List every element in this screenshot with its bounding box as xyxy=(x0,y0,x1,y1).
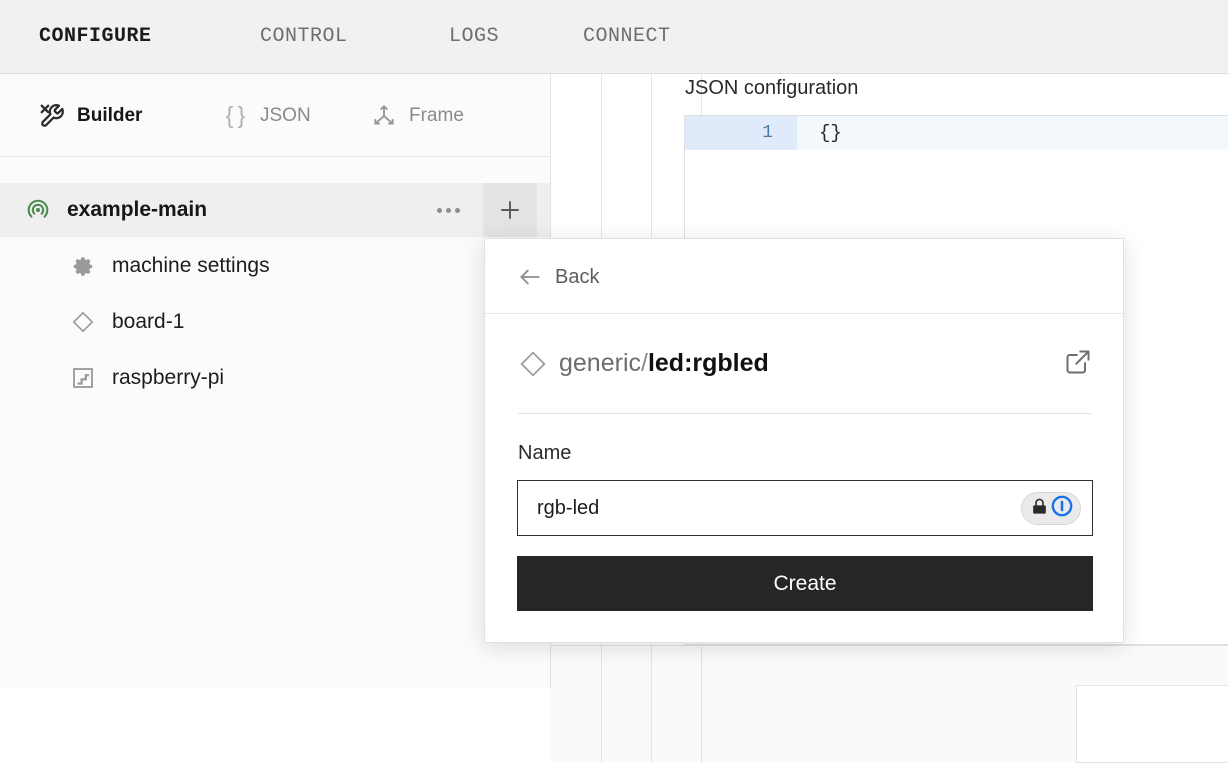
modal-title-row: generic/led:rgbled xyxy=(485,315,1123,412)
diamond-icon xyxy=(70,309,96,335)
tree-item-board-1-label: board-1 xyxy=(112,310,185,333)
lower-divider-3 xyxy=(701,646,702,763)
create-button[interactable]: Create xyxy=(517,556,1093,611)
lower-panel-card xyxy=(1076,685,1228,763)
gear-icon xyxy=(70,253,96,279)
mode-tab-json[interactable]: { } JSON xyxy=(222,74,311,157)
ellipsis-icon[interactable] xyxy=(437,201,471,219)
configure-left-panel: Builder { } JSON Frame example-main mach… xyxy=(0,74,551,688)
tree-item-board-1[interactable]: board-1 xyxy=(0,300,550,344)
mode-tab-frame[interactable]: Frame xyxy=(371,74,464,157)
code-line[interactable]: 1 {} xyxy=(685,116,1228,150)
mode-tab-builder-label: Builder xyxy=(77,104,143,126)
tab-logs[interactable]: LOGS xyxy=(449,25,499,48)
tree-root-row[interactable]: example-main xyxy=(0,183,550,237)
name-input[interactable] xyxy=(518,482,1017,534)
name-field-label: Name xyxy=(518,442,572,464)
tree-item-raspberry-pi-label: raspberry-pi xyxy=(112,366,225,389)
json-configuration-label: JSON configuration xyxy=(685,77,859,99)
viam-radar-icon xyxy=(25,197,51,223)
back-button-label: Back xyxy=(555,266,600,288)
resource-namespace: generic xyxy=(559,349,641,377)
tree-item-machine-settings-label: machine settings xyxy=(112,254,270,277)
line-number: 1 xyxy=(685,116,797,150)
arrow-left-icon xyxy=(517,264,543,290)
tab-configure[interactable]: CONFIGURE xyxy=(39,25,152,48)
braces-icon: { } xyxy=(225,102,246,128)
modal-divider xyxy=(518,413,1092,414)
lower-divider-2 xyxy=(651,646,652,763)
mode-tab-builder[interactable]: Builder xyxy=(39,74,142,157)
tree-item-raspberry-pi[interactable]: raspberry-pi xyxy=(0,356,550,400)
back-button[interactable]: Back xyxy=(485,239,1123,314)
onepassword-icon xyxy=(1051,495,1073,522)
mode-tab-frame-label: Frame xyxy=(409,104,464,126)
lower-panel xyxy=(551,645,1228,763)
editor-mode-bar: Builder { } JSON Frame xyxy=(0,74,550,157)
external-link-icon[interactable] xyxy=(1064,348,1092,376)
tools-icon xyxy=(39,103,65,129)
tab-control[interactable]: CONTROL xyxy=(260,25,348,48)
password-manager-badge[interactable] xyxy=(1021,492,1081,525)
create-resource-modal: Back generic/led:rgbled Name rgb-led Cre… xyxy=(484,238,1124,643)
name-input-wrapper[interactable] xyxy=(517,480,1093,536)
title-separator: / xyxy=(641,349,648,377)
page-title: generic/led:rgbled xyxy=(559,345,769,381)
tab-connect[interactable]: CONNECT xyxy=(583,25,671,48)
tree-item-machine-settings[interactable]: machine settings xyxy=(0,244,550,288)
board-chip-icon xyxy=(70,365,96,391)
mode-tab-json-label: JSON xyxy=(260,104,311,126)
lower-divider-1 xyxy=(601,646,602,763)
lock-icon xyxy=(1030,497,1049,521)
tree-root-label: example-main xyxy=(67,198,208,221)
code-line-text: {} xyxy=(819,122,842,144)
axes-icon xyxy=(371,103,397,129)
diamond-icon xyxy=(518,349,548,379)
top-navigation-bar: CONFIGURE CONTROL LOGS CONNECT xyxy=(0,0,1228,74)
plus-icon[interactable] xyxy=(483,183,537,237)
resource-model: led:rgbled xyxy=(647,349,769,377)
